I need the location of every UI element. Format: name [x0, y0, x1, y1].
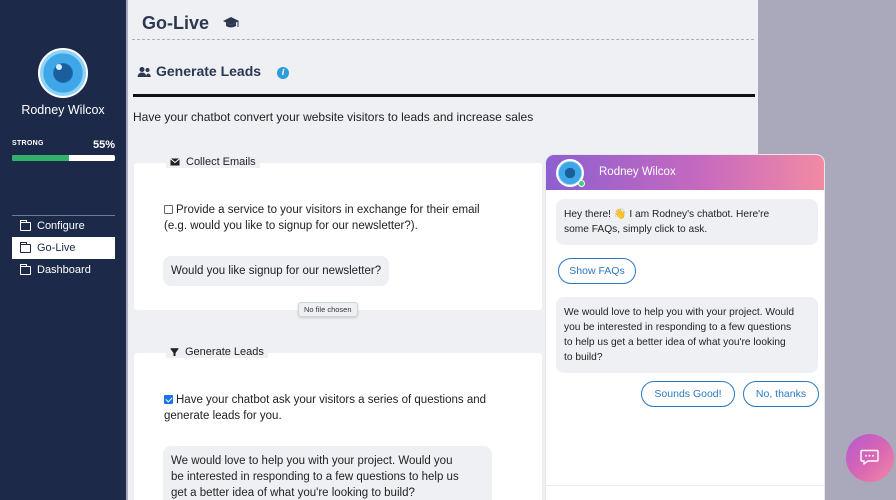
message-line: Hey there! 👋 I am Rodney's chatbot. Here…	[564, 209, 770, 220]
folder-icon	[20, 241, 31, 253]
show-faqs-button[interactable]: Show FAQs	[558, 258, 636, 284]
sidebar-item-label: Configure	[37, 220, 85, 232]
collect-emails-checkbox[interactable]	[164, 205, 173, 214]
envelope-icon	[170, 158, 180, 166]
sidebar-item-dashboard[interactable]: Dashboard	[12, 259, 115, 281]
chat-widget: Rodney Wilcox Hey there! 👋 I am Rodney's…	[546, 155, 824, 500]
strength-progress-fill	[12, 155, 69, 161]
message-line: to help us get a better idea of what you…	[564, 337, 786, 348]
legend-label: Generate Leads	[185, 346, 264, 358]
title-divider	[132, 39, 754, 40]
bubble-line: get a better idea of what you're looking…	[171, 487, 415, 499]
no-thanks-button[interactable]: No, thanks	[743, 381, 819, 407]
option-text: (e.g. would you like to signup for our n…	[164, 220, 418, 232]
funnel-icon	[170, 347, 179, 356]
sidebar-item-label: Go-Live	[37, 242, 76, 254]
option-text: generate leads for you.	[164, 410, 282, 422]
section-title: Generate Leads	[156, 63, 262, 79]
sidebar-item-go-live[interactable]: Go-Live	[12, 237, 115, 259]
chat-bubble-icon	[860, 449, 879, 465]
chat-launcher-button[interactable]	[846, 434, 894, 482]
generate-leads-card: Generate Leads Have your chatbot ask you…	[134, 346, 542, 500]
bubble-line: be interested in responding to a few que…	[171, 471, 459, 483]
option-text: Provide a service to your visitors in ex…	[176, 204, 480, 216]
strength-label: STRONG	[12, 140, 44, 147]
folder-icon	[20, 263, 31, 275]
greeting-message: Hey there! 👋 I am Rodney's chatbot. Here…	[556, 199, 818, 245]
message-line: some FAQs, simply click to ask.	[564, 224, 708, 235]
collect-emails-card: Collect Emails Provide a service to your…	[134, 156, 542, 310]
strength-progress-bar	[12, 155, 115, 161]
lead-message: We would love to help you with your proj…	[556, 297, 818, 373]
message-line: to build?	[564, 352, 603, 363]
generate-leads-legend: Generate Leads	[166, 346, 268, 358]
online-status-icon	[578, 180, 585, 187]
generate-leads-checkbox[interactable]	[164, 395, 173, 404]
chat-header: Rodney Wilcox	[546, 155, 824, 190]
option-text: Have your chatbot ask your visitors a se…	[176, 394, 487, 406]
page-title: Go-Live	[142, 13, 210, 33]
users-icon	[137, 67, 151, 77]
message-line: you be interested in responding to a few…	[564, 322, 792, 333]
sidebar: Rodney Wilcox STRONG 55% Configure Go-Li…	[0, 0, 126, 500]
info-icon[interactable]: i	[277, 67, 289, 79]
collect-emails-legend: Collect Emails	[166, 156, 260, 168]
bot-name: Rodney Wilcox	[599, 166, 676, 178]
message-line: We would love to help you with your proj…	[564, 307, 795, 318]
sidebar-item-label: Dashboard	[37, 264, 91, 276]
sidebar-item-configure[interactable]: Configure	[12, 215, 115, 237]
collect-emails-option: Provide a service to your visitors in ex…	[164, 202, 480, 234]
section-divider	[133, 94, 755, 97]
generate-leads-option: Have your chatbot ask your visitors a se…	[164, 392, 486, 424]
strength-percent: 55%	[92, 139, 115, 151]
section-description: Have your chatbot convert your website v…	[133, 110, 534, 124]
legend-label: Collect Emails	[186, 156, 256, 168]
user-name: Rodney Wilcox	[21, 103, 105, 117]
lead-intro-bubble[interactable]: We would love to help you with your proj…	[163, 446, 492, 500]
bubble-line: We would love to help you with your proj…	[171, 455, 453, 467]
sounds-good-button[interactable]: Sounds Good!	[641, 381, 735, 407]
chat-input-divider	[546, 485, 824, 486]
folder-icon	[20, 219, 31, 231]
newsletter-bubble[interactable]: Would you like signup for our newsletter…	[163, 256, 390, 286]
user-avatar	[38, 48, 88, 98]
graduation-cap-icon	[223, 17, 239, 28]
file-input-status[interactable]: No file chosen	[298, 302, 358, 317]
